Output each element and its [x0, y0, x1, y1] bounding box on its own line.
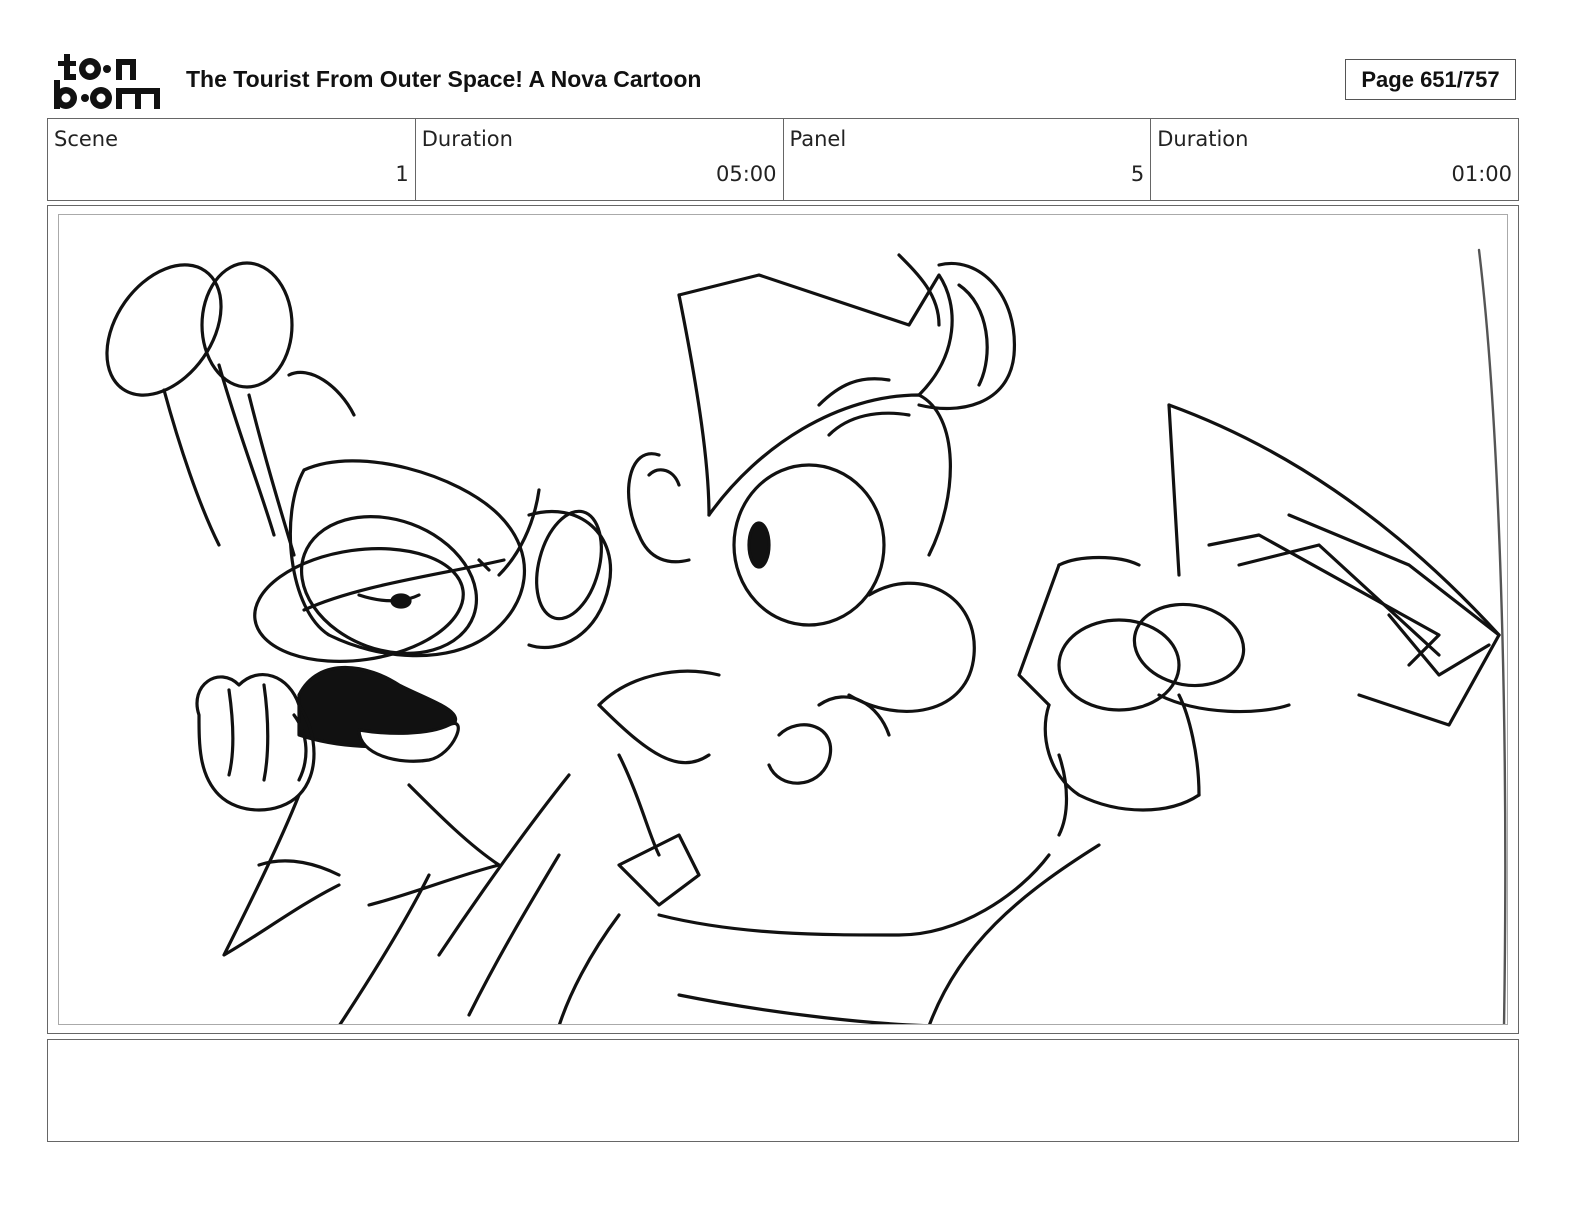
- document-title: The Tourist From Outer Space! A Nova Car…: [186, 66, 702, 92]
- scene-value: 1: [395, 162, 409, 186]
- toon-boom-logo: [52, 52, 164, 112]
- page-indicator: Page 651/757: [1345, 59, 1516, 100]
- storyboard-panel: [47, 205, 1519, 1034]
- panel-info-table: Scene 1 Duration 05:00 Panel 5 Duration …: [47, 118, 1519, 201]
- panel-duration-value: 01:00: [1451, 162, 1512, 186]
- scene-label: Scene: [54, 127, 119, 151]
- scene-duration-value: 05:00: [715, 162, 777, 186]
- scene-cell: Scene 1: [48, 119, 415, 200]
- storyboard-sketch: [105, 248, 1507, 1024]
- scene-duration-cell: Duration 05:00: [414, 119, 783, 200]
- panel-notes-box: [47, 1039, 1519, 1142]
- panel-value: 5: [1130, 162, 1145, 186]
- panel-cell: Panel 5: [782, 119, 1151, 200]
- panel-duration-label: Duration: [1157, 127, 1249, 151]
- panel-drawing-area: [58, 214, 1508, 1025]
- panel-label: Panel: [789, 127, 847, 151]
- scene-duration-label: Duration: [421, 127, 513, 151]
- panel-duration-cell: Duration 01:00: [1150, 119, 1518, 200]
